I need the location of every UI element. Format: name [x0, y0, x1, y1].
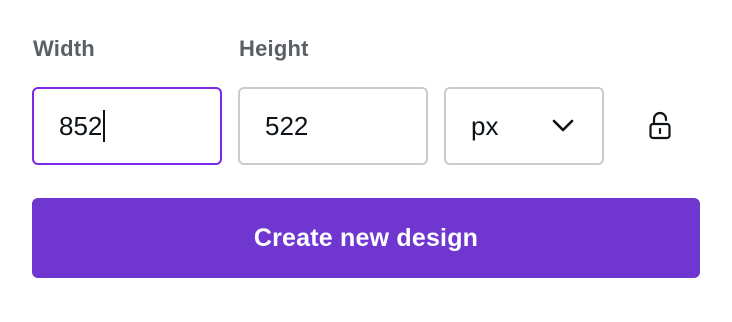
text-caret — [103, 110, 106, 142]
aspect-lock-button[interactable] — [640, 106, 680, 146]
unit-select[interactable]: px — [444, 87, 604, 165]
chevron-down-icon — [552, 119, 574, 132]
height-label: Height — [239, 36, 309, 61]
height-input-value: 522 — [265, 111, 309, 141]
lock-open-icon — [649, 111, 671, 140]
create-design-button[interactable]: Create new design — [32, 198, 700, 278]
width-input-value: 852 — [59, 111, 103, 141]
width-input[interactable]: 852 — [32, 87, 222, 165]
unit-select-value: px — [471, 111, 499, 141]
height-input[interactable]: 522 — [238, 87, 428, 165]
width-label: Width — [33, 36, 95, 61]
